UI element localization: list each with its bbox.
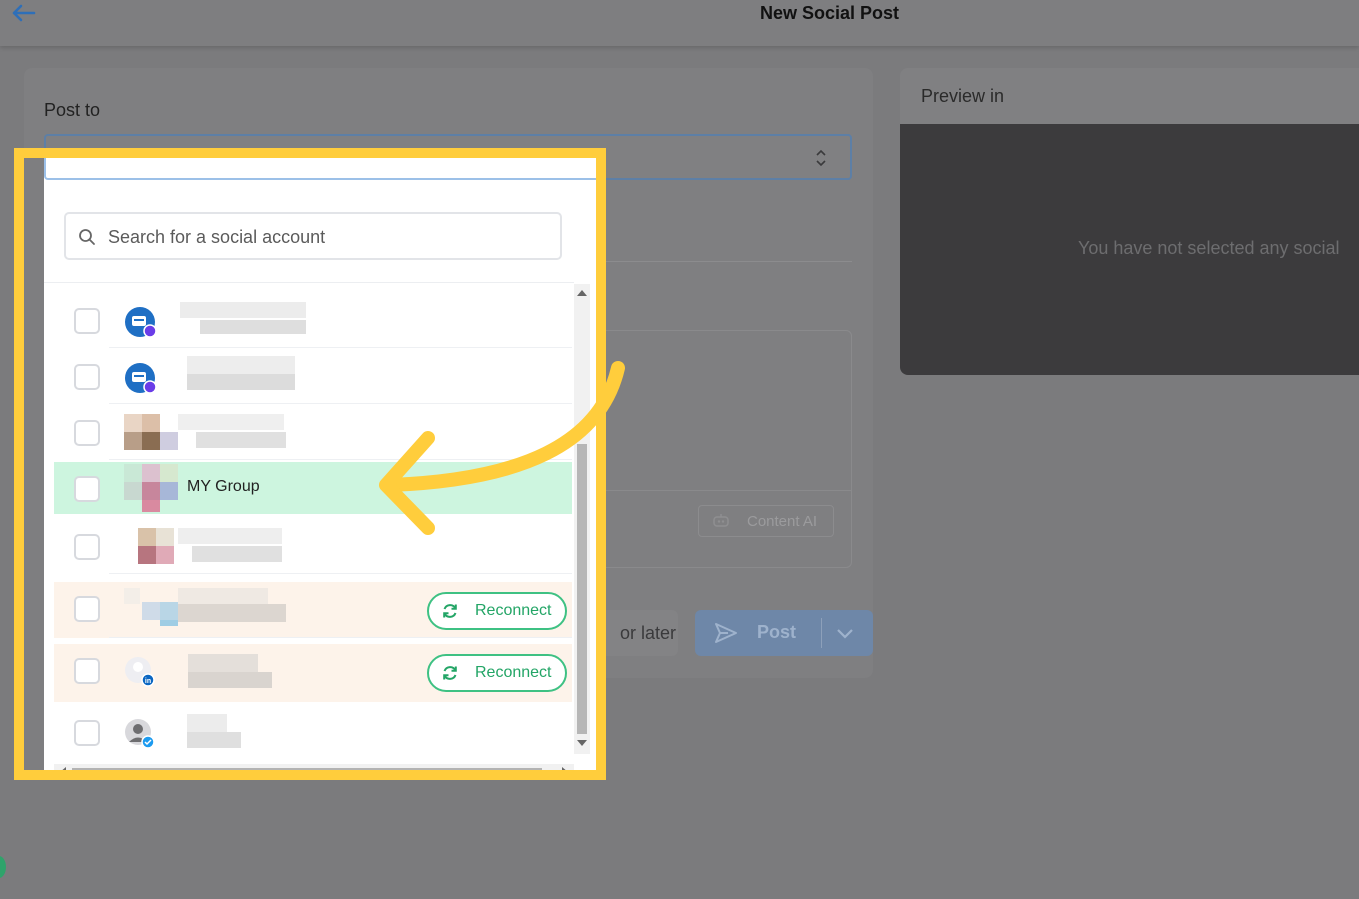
account-checkbox[interactable] [74,476,100,502]
blurred-name [178,588,268,604]
send-icon [715,623,737,643]
account-checkbox[interactable] [74,596,100,622]
avatar [142,432,160,450]
avatar [156,528,174,546]
robot-icon [713,514,729,527]
preview-title: Preview in [921,86,1005,106]
account-search[interactable] [64,212,562,260]
avatar [156,546,174,564]
scroll-right-arrow[interactable] [562,767,568,770]
blurred-name [187,714,227,732]
reconnect-label: Reconnect [475,602,552,619]
list-divider [44,282,574,283]
scroll-thumb[interactable] [72,768,542,770]
account-select-open[interactable]: Select a social account [44,158,596,180]
reconnect-button[interactable]: Reconnect [427,592,567,630]
avatar [160,432,178,450]
row-divider [109,347,572,348]
blurred-name [180,302,306,318]
scroll-left-arrow[interactable] [60,767,66,770]
avatar [142,482,160,500]
divider [600,261,852,262]
account-checkbox[interactable] [74,534,100,560]
twitter-icon [125,719,155,749]
select-placeholder: Select a social account [66,158,269,159]
preview-panel: Preview in You have not selected any soc… [900,68,1359,375]
linkedin-icon: in [125,657,155,687]
blurred-name [188,654,258,672]
preview-area: You have not selected any social [900,124,1359,375]
blurred-name [178,414,284,430]
help-widget-dot[interactable] [0,856,6,878]
row-divider [109,637,572,638]
account-name: MY Group [187,478,260,495]
avatar [160,620,178,626]
list-item[interactable] [54,706,572,760]
blurred-name [188,672,272,688]
preview-empty-message: You have not selected any social [1078,238,1340,258]
avatar [124,414,142,432]
scroll-down-arrow[interactable] [577,740,587,746]
account-checkbox[interactable] [74,720,100,746]
list-item-disconnected[interactable]: in Reconnect [54,644,572,702]
account-checkbox[interactable] [74,364,100,390]
blurred-name [192,546,282,562]
page-title: New Social Post [759,3,900,23]
post-to-label: Post to [44,100,101,120]
svg-text:in: in [145,678,151,685]
blurred-name [187,732,241,748]
avatar [142,414,160,432]
refresh-icon [443,666,457,680]
avatar [124,588,140,604]
account-checkbox[interactable] [74,420,100,446]
post-button[interactable]: Post [695,610,873,656]
list-item-disconnected[interactable]: Reconnect [54,582,572,638]
avatar [138,528,156,546]
avatar [160,482,178,500]
avatar [124,464,142,482]
avatar [160,464,178,482]
button-separator [821,618,822,648]
reconnect-label: Reconnect [475,664,552,681]
account-checkbox[interactable] [74,308,100,334]
horizontal-scrollbar[interactable] [54,764,574,770]
scroll-up-arrow[interactable] [577,290,587,296]
content-ai-button[interactable]: Content AI [698,505,834,537]
search-icon [79,229,95,245]
top-bar: New Social Post [0,0,1359,46]
avatar [142,602,160,620]
blurred-name [200,320,306,334]
chevron-updown-icon [816,149,826,167]
reconnect-button[interactable]: Reconnect [427,654,567,692]
avatar [160,602,178,622]
avatar [124,432,142,450]
avatar [124,482,142,500]
account-checkbox[interactable] [74,658,100,684]
post-button-label: Post [757,622,797,642]
avatar [142,464,160,482]
avatar [138,546,156,564]
blurred-name [178,528,282,544]
blurred-name [196,432,286,448]
blurred-name [187,374,295,390]
content-ai-label: Content AI [747,513,818,530]
refresh-icon [443,604,457,618]
avatar [142,500,160,512]
facebook-group-icon [125,363,156,394]
list-item[interactable] [54,294,572,348]
annotation-arrow-icon [379,361,625,535]
blurred-name [187,356,295,374]
blurred-name [178,604,286,622]
search-input[interactable] [106,224,550,250]
backdrop-strip [24,158,44,770]
chevron-down-icon[interactable] [835,624,855,642]
row-divider [109,573,572,574]
facebook-group-icon [125,307,156,338]
